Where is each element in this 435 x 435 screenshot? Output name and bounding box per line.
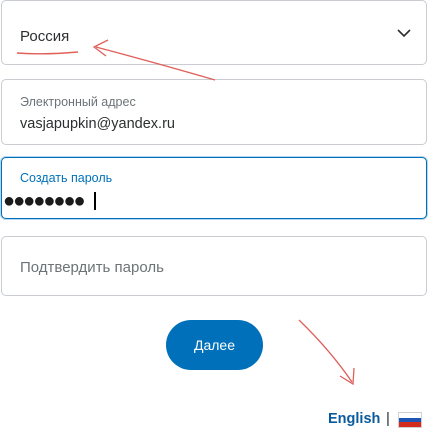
email-field[interactable]: Электронный адрес vasjapupkin@yandex.ru [1, 79, 427, 145]
email-value: vasjapupkin@yandex.ru [20, 116, 175, 132]
flag-stripe-red [399, 422, 421, 427]
annotation-arrow-language [298, 319, 353, 383]
email-label: Электронный адрес [20, 95, 136, 109]
annotation-arrowhead-language [339, 367, 355, 386]
password-field[interactable]: Создать пароль ●●●●●●●● [1, 157, 427, 219]
next-button[interactable]: Далее [166, 320, 263, 370]
signup-form: Россия Электронный адрес vasjapupkin@yan… [0, 0, 435, 435]
password-masked-value: ●●●●●●●● [3, 190, 86, 212]
text-caret [94, 192, 96, 210]
country-value: Россия [20, 28, 70, 45]
russia-flag-icon[interactable] [398, 412, 422, 428]
country-select[interactable]: Россия [1, 0, 427, 65]
confirm-password-field[interactable]: Подтвердить пароль [1, 236, 427, 296]
password-label: Создать пароль [20, 171, 113, 185]
chevron-down-icon [397, 29, 411, 38]
language-link-english[interactable]: English [328, 411, 380, 427]
language-separator: | [386, 410, 390, 427]
confirm-password-placeholder: Подтвердить пароль [20, 259, 164, 276]
